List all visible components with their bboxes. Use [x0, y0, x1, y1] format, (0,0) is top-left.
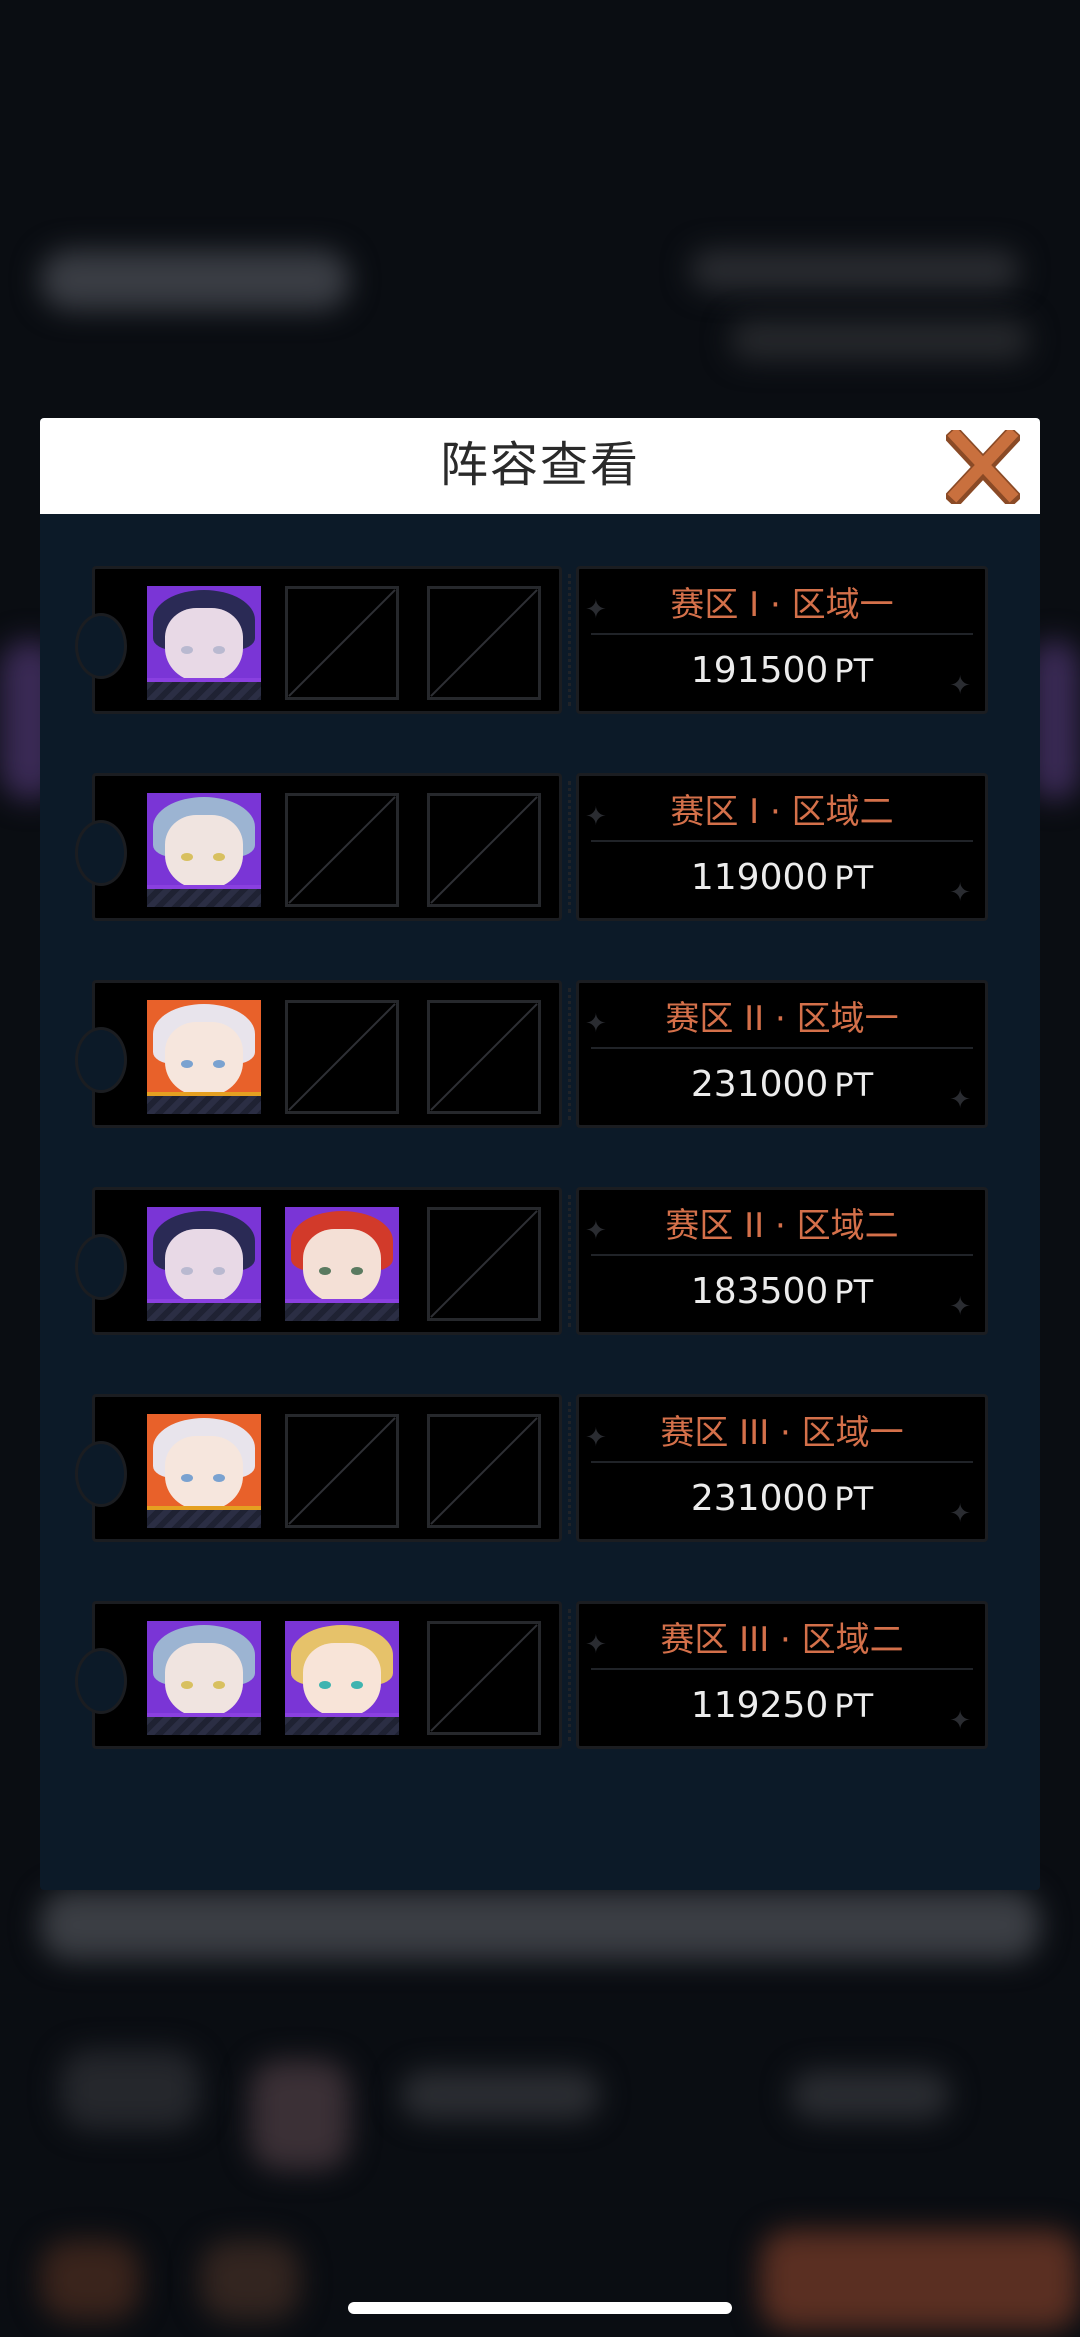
empty-slot[interactable]: [427, 1000, 541, 1114]
char-dark-hair-star-clip-avatar: [147, 1207, 261, 1321]
team-row: ✦ 赛区 I · 区域二 119000 PT ✦: [75, 773, 988, 921]
empty-slot[interactable]: [285, 586, 399, 700]
team-lineup: [75, 1394, 562, 1542]
char-red-hair-goggles-avatar: [285, 1207, 399, 1321]
home-indicator[interactable]: [348, 2302, 732, 2314]
sparkle-icon: ✦: [949, 1085, 971, 1115]
zone-score-panel: ✦ 赛区 III · 区域二 119250 PT ✦: [576, 1601, 988, 1749]
zone-label: 赛区 I · 区域二: [670, 792, 894, 832]
character-slot[interactable]: [147, 1000, 261, 1114]
char-white-hair-heart-clip-avatar: [147, 1414, 261, 1528]
score-unit: PT: [834, 1480, 874, 1518]
empty-slot[interactable]: [427, 1621, 541, 1735]
team-lineup: [75, 1187, 562, 1335]
char-dark-hair-star-clip-avatar: [147, 586, 261, 700]
score-text: 191500 PT: [579, 647, 985, 695]
score-text: 119250 PT: [579, 1682, 985, 1730]
zone-label: 赛区 II · 区域一: [665, 999, 899, 1039]
team-row: ✦ 赛区 III · 区域一 231000 PT ✦: [75, 1394, 988, 1542]
score-unit: PT: [834, 652, 874, 690]
dotted-divider: [568, 1402, 573, 1534]
dotted-divider: [568, 1195, 573, 1327]
character-slot[interactable]: [147, 1414, 261, 1528]
zone-score-panel: ✦ 赛区 I · 区域一 191500 PT ✦: [576, 566, 988, 714]
team-row: ✦ 赛区 I · 区域一 191500 PT ✦: [75, 566, 988, 714]
char-blonde-hair-cheerful-avatar: [285, 1621, 399, 1735]
zone-score-panel: ✦ 赛区 I · 区域二 119000 PT ✦: [576, 773, 988, 921]
dotted-divider: [568, 574, 573, 706]
char-white-hair-heart-clip-avatar: [147, 1000, 261, 1114]
score-text: 183500 PT: [579, 1268, 985, 1316]
score-value: 191500: [690, 650, 829, 691]
dialog-title: 阵容查看: [439, 437, 640, 493]
char-silver-blue-hair-avatar: [147, 793, 261, 907]
empty-slot[interactable]: [285, 1414, 399, 1528]
sparkle-icon: ✦: [949, 1499, 971, 1529]
score-unit: PT: [834, 859, 874, 897]
score-text: 231000 PT: [579, 1475, 985, 1523]
team-lineup: [75, 980, 562, 1128]
team-row: ✦ 赛区 III · 区域二 119250 PT ✦: [75, 1601, 988, 1749]
score-value: 231000: [690, 1064, 829, 1105]
character-slot[interactable]: [285, 1207, 399, 1321]
zone-score-panel: ✦ 赛区 II · 区域一 231000 PT ✦: [576, 980, 988, 1128]
score-value: 231000: [690, 1478, 829, 1519]
empty-slot[interactable]: [427, 793, 541, 907]
character-slot[interactable]: [147, 793, 261, 907]
dotted-divider: [568, 988, 573, 1120]
lineup-view-dialog: 阵容查看 ✦ 赛区 I · 区域一 191500 PT ✦ ✦ 赛区 I · 区…: [40, 418, 1040, 1890]
score-value: 119000: [690, 857, 829, 898]
empty-slot[interactable]: [427, 1207, 541, 1321]
zone-score-panel: ✦ 赛区 III · 区域一 231000 PT ✦: [576, 1394, 988, 1542]
dialog-header: 阵容查看: [40, 418, 1040, 514]
score-unit: PT: [834, 1687, 874, 1725]
team-lineup: [75, 773, 562, 921]
score-value: 183500: [690, 1271, 829, 1312]
score-text: 231000 PT: [579, 1061, 985, 1109]
sparkle-icon: ✦: [949, 1292, 971, 1322]
score-value: 119250: [690, 1685, 829, 1726]
team-row: ✦ 赛区 II · 区域二 183500 PT ✦: [75, 1187, 988, 1335]
sparkle-icon: ✦: [949, 671, 971, 701]
zone-label: 赛区 III · 区域二: [660, 1620, 904, 1660]
sparkle-icon: ✦: [949, 878, 971, 908]
score-unit: PT: [834, 1273, 874, 1311]
score-text: 119000 PT: [579, 854, 985, 902]
character-slot[interactable]: [147, 586, 261, 700]
dotted-divider: [568, 781, 573, 913]
team-row: ✦ 赛区 II · 区域一 231000 PT ✦: [75, 980, 988, 1128]
zone-label: 赛区 II · 区域二: [665, 1206, 899, 1246]
sparkle-icon: ✦: [949, 1706, 971, 1736]
char-silver-blue-hair-avatar: [147, 1621, 261, 1735]
team-list: ✦ 赛区 I · 区域一 191500 PT ✦ ✦ 赛区 I · 区域二 11…: [75, 566, 988, 1808]
close-button[interactable]: [943, 425, 1023, 509]
empty-slot[interactable]: [285, 1000, 399, 1114]
zone-score-panel: ✦ 赛区 II · 区域二 183500 PT ✦: [576, 1187, 988, 1335]
character-slot[interactable]: [285, 1621, 399, 1735]
empty-slot[interactable]: [285, 793, 399, 907]
zone-label: 赛区 I · 区域一: [670, 585, 894, 625]
score-unit: PT: [834, 1066, 874, 1104]
team-lineup: [75, 1601, 562, 1749]
dotted-divider: [568, 1609, 573, 1741]
character-slot[interactable]: [147, 1621, 261, 1735]
team-lineup: [75, 566, 562, 714]
character-slot[interactable]: [147, 1207, 261, 1321]
zone-label: 赛区 III · 区域一: [660, 1413, 904, 1453]
empty-slot[interactable]: [427, 1414, 541, 1528]
close-x-icon: [943, 425, 1023, 509]
empty-slot[interactable]: [427, 586, 541, 700]
